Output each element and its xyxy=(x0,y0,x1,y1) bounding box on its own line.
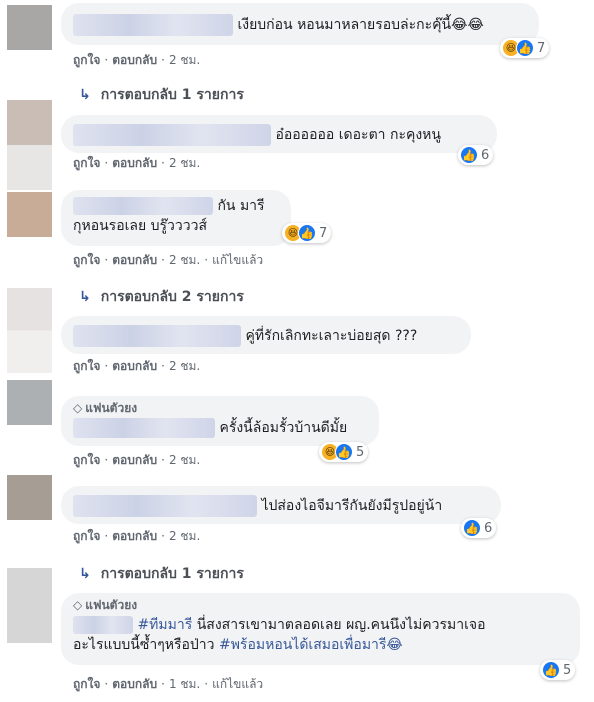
comment-actions: ถูกใจ · ตอบกลับ · 2 ชม. xyxy=(73,529,201,543)
reaction-count: 7 xyxy=(319,225,328,241)
view-replies-link[interactable]: ↳ การตอบกลับ 1 รายการ xyxy=(79,86,244,104)
avatar[interactable] xyxy=(7,192,52,237)
blurred-author-name[interactable] xyxy=(73,124,271,146)
blurred-author-name[interactable] xyxy=(73,616,133,634)
like-link[interactable]: ถูกใจ xyxy=(73,453,100,467)
comment-text: คู่ที่รักเลิกทะเลาะบ่อยสุด ??? xyxy=(245,328,418,344)
reply-link[interactable]: ตอบกลับ xyxy=(112,253,157,267)
like-reaction-icon: 👍 xyxy=(335,443,353,461)
reply-link[interactable]: ตอบกลับ xyxy=(112,53,157,67)
reply-link[interactable]: ตอบกลับ xyxy=(112,529,157,543)
timestamp[interactable]: 2 ชม. xyxy=(169,359,200,373)
avatar[interactable] xyxy=(7,100,52,190)
like-reaction-icon: 👍 xyxy=(460,146,478,164)
reaction-count: 5 xyxy=(356,444,365,460)
like-link[interactable]: ถูกใจ xyxy=(73,253,100,267)
replies-label: การตอบกลับ 1 รายการ xyxy=(100,87,244,103)
blurred-author-name[interactable] xyxy=(73,418,215,438)
comment-actions: ถูกใจ · ตอบกลับ · 2 ชม. xyxy=(73,453,201,467)
diamond-icon: ◇ xyxy=(73,598,83,612)
view-replies-link[interactable]: ↳ การตอบกลับ 2 รายการ xyxy=(79,288,244,306)
reaction-summary[interactable]: 👍 6 xyxy=(458,145,494,165)
comment-actions: ถูกใจ · ตอบกลับ · 2 ชม. · แก้ไขแล้ว xyxy=(73,253,264,267)
like-link[interactable]: ถูกใจ xyxy=(73,677,100,691)
comment-text: อ๋ออออออ เดอะตา กะคุงหนู xyxy=(275,127,441,143)
reaction-count: 5 xyxy=(563,662,572,678)
like-link[interactable]: ถูกใจ xyxy=(73,529,100,543)
hashtag-link[interactable]: #ทีมมารี xyxy=(137,617,192,633)
hashtag-link[interactable]: #พร้อมหอนได้เสมอเพื่อมารี😂 xyxy=(219,637,403,653)
timestamp[interactable]: 2 ชม. xyxy=(169,529,200,543)
blurred-author-name[interactable] xyxy=(73,325,241,347)
blurred-author-name[interactable] xyxy=(73,197,213,215)
comment-text: เงียบก่อน หอนมาหลายรอบล่ะกะคุ๊นี้😂😂 xyxy=(237,17,484,33)
view-replies-link[interactable]: ↳ การตอบกลับ 1 รายการ xyxy=(79,565,244,583)
reaction-summary[interactable]: 😆 👍 7 xyxy=(500,38,550,58)
comment-bubble: คู่ที่รักเลิกทะเลาะบ่อยสุด ??? xyxy=(61,316,471,354)
reply-arrow-icon: ↳ xyxy=(79,289,91,305)
reaction-count: 6 xyxy=(481,147,490,163)
timestamp[interactable]: 1 ชม. xyxy=(169,677,200,691)
comment-text-line2: อะไรแบบนี้ซ้ำๆหรือป่าว xyxy=(73,637,219,653)
timestamp[interactable]: 2 ชม. xyxy=(169,453,200,467)
comment-text-line2: กุหอนรอเลย บรู๊ววววส์ xyxy=(73,218,208,234)
avatar[interactable] xyxy=(7,288,52,373)
comment-bubble: กัน มารี กุหอนรอเลย บรู๊ววววส์ xyxy=(61,190,291,246)
reply-link[interactable]: ตอบกลับ xyxy=(112,677,157,691)
like-reaction-icon: 👍 xyxy=(463,519,481,537)
comment-bubble: ◇ แฟนตัวยง #ทีมมารี นี่สงสารเขามาตลอดเลย … xyxy=(61,593,580,665)
comment-actions: ถูกใจ · ตอบกลับ · 2 ชม. xyxy=(73,156,201,170)
comment-text: กัน มารี xyxy=(217,198,265,214)
like-link[interactable]: ถูกใจ xyxy=(73,156,100,170)
comment-bubble: เงียบก่อน หอนมาหลายรอบล่ะกะคุ๊นี้😂😂 xyxy=(61,3,539,45)
reaction-count: 7 xyxy=(537,40,546,56)
reaction-summary[interactable]: 👍 5 xyxy=(540,660,576,680)
reaction-summary[interactable]: 😆 👍 7 xyxy=(282,223,332,243)
comment-actions: ถูกใจ · ตอบกลับ · 2 ชม. xyxy=(73,359,201,373)
top-fan-badge: ◇ แฟนตัวยง xyxy=(73,401,138,415)
like-reaction-icon: 👍 xyxy=(298,224,316,242)
reply-arrow-icon: ↳ xyxy=(79,566,91,582)
comment-actions: ถูกใจ · ตอบกลับ · 1 ชม. · แก้ไขแล้ว xyxy=(73,677,264,691)
like-link[interactable]: ถูกใจ xyxy=(73,359,100,373)
comment-bubble: ◇ แฟนตัวยง ครั้งนี้ล้อมรั้วบ้านดีมั้ย xyxy=(61,396,379,446)
comment-text: นี่สงสารเขามาตลอดเลย ผญ.คนนึงไม่ควรมาเจอ xyxy=(192,617,486,633)
reaction-summary[interactable]: 😆 👍 5 xyxy=(319,442,369,462)
comment-text: ไปส่องไอจีมารีกันยังมีรูปอยู่น้า xyxy=(261,498,443,514)
comment-text: ครั้งนี้ล้อมรั้วบ้านดีมั้ย xyxy=(219,420,348,436)
reaction-count: 6 xyxy=(484,520,493,536)
timestamp[interactable]: 2 ชม. xyxy=(169,156,200,170)
comment-actions: ถูกใจ · ตอบกลับ · 2 ชม. xyxy=(73,53,201,67)
reply-link[interactable]: ตอบกลับ xyxy=(112,156,157,170)
diamond-icon: ◇ xyxy=(73,401,83,415)
avatar[interactable] xyxy=(7,5,52,50)
replies-label: การตอบกลับ 2 รายการ xyxy=(100,289,244,305)
reply-link[interactable]: ตอบกลับ xyxy=(112,453,157,467)
replies-label: การตอบกลับ 1 รายการ xyxy=(100,566,244,582)
like-reaction-icon: 👍 xyxy=(542,661,560,679)
timestamp[interactable]: 2 ชม. xyxy=(169,53,200,67)
avatar[interactable] xyxy=(7,475,52,520)
avatar[interactable] xyxy=(7,568,52,643)
comment-bubble: อ๋ออออออ เดอะตา กะคุงหนู xyxy=(61,115,497,153)
avatar[interactable] xyxy=(7,380,52,425)
top-fan-badge: ◇ แฟนตัวยง xyxy=(73,598,138,612)
blurred-author-name[interactable] xyxy=(73,14,233,36)
like-reaction-icon: 👍 xyxy=(516,39,534,57)
comment-bubble: ไปส่องไอจีมารีกันยังมีรูปอยู่น้า xyxy=(61,486,501,524)
like-link[interactable]: ถูกใจ xyxy=(73,53,100,67)
edited-label: แก้ไขแล้ว xyxy=(212,253,264,267)
reply-link[interactable]: ตอบกลับ xyxy=(112,359,157,373)
reply-arrow-icon: ↳ xyxy=(79,87,91,103)
edited-label: แก้ไขแล้ว xyxy=(212,677,264,691)
timestamp[interactable]: 2 ชม. xyxy=(169,253,200,267)
reaction-summary[interactable]: 👍 6 xyxy=(461,518,497,538)
blurred-author-name[interactable] xyxy=(73,495,257,517)
